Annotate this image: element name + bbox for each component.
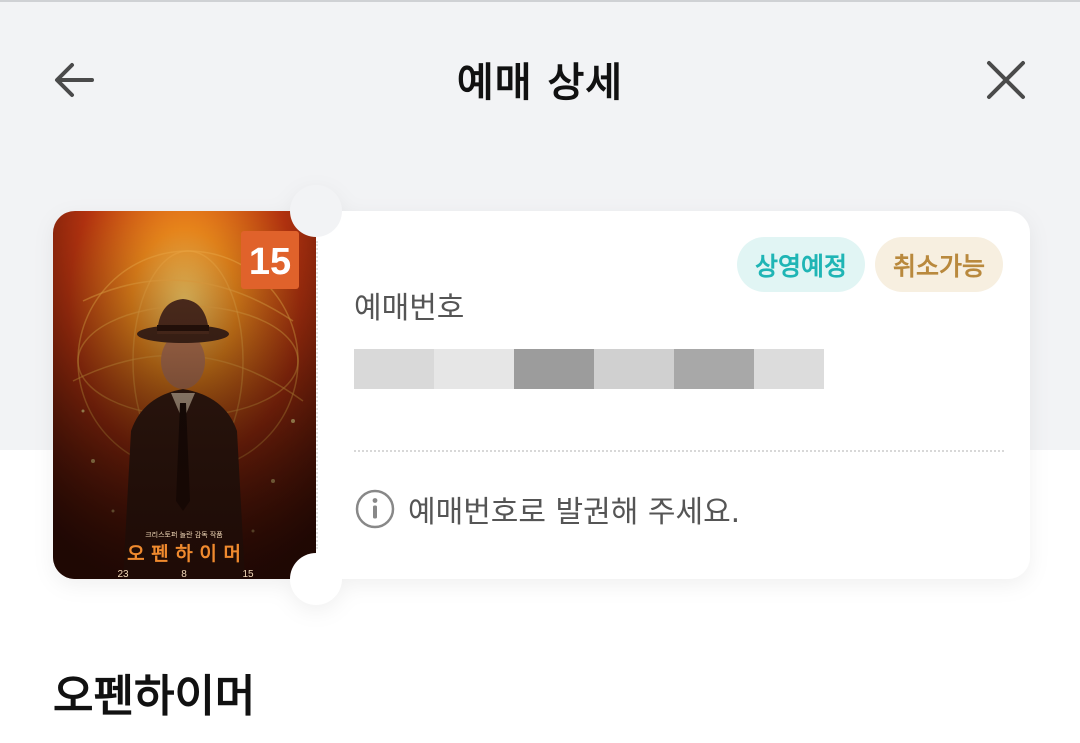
movie-poster: 15 크리스토퍼 놀란 감독 작품 오 펜 하 이 머 23 8 15 bbox=[53, 211, 316, 579]
divider bbox=[354, 450, 1004, 452]
poster-date-month: 8 bbox=[181, 569, 187, 579]
status-badge-scheduled: 상영예정 bbox=[736, 237, 865, 292]
close-icon bbox=[987, 61, 1025, 99]
rating-badge: 15 bbox=[249, 241, 291, 283]
info-icon bbox=[355, 489, 395, 529]
booking-number-redacted bbox=[354, 341, 834, 401]
app-header: 예매 상세 bbox=[0, 0, 1080, 158]
ticket-notch-bottom bbox=[290, 553, 342, 605]
poster-date-year: 23 bbox=[117, 569, 129, 579]
notice-text: 예매번호로 발권해 주세요. bbox=[408, 495, 741, 530]
movie-title: 오펜하이머 bbox=[53, 671, 256, 722]
pickup-notice: 예매번호로 발권해 주세요. bbox=[354, 487, 740, 531]
ticket-notch-top bbox=[290, 185, 342, 237]
ticket-details: 상영예정 취소가능 예매번호 예매번호로 발권해 주세요. bbox=[316, 211, 1030, 579]
status-badges: 상영예정 취소가능 bbox=[736, 237, 1003, 292]
poster-date-day: 15 bbox=[242, 569, 254, 579]
ticket-perforation bbox=[316, 241, 318, 549]
poster-credit: 크리스토퍼 놀란 감독 작품 bbox=[145, 530, 223, 539]
status-badge-cancelable: 취소가능 bbox=[874, 237, 1003, 292]
page-title: 예매 상세 bbox=[456, 60, 624, 106]
close-button[interactable] bbox=[978, 52, 1034, 108]
poster-title: 오 펜 하 이 머 bbox=[127, 543, 241, 565]
booking-number-label: 예매번호 bbox=[354, 291, 465, 326]
ticket-card[interactable]: 15 크리스토퍼 놀란 감독 작품 오 펜 하 이 머 23 8 15 상영예정… bbox=[53, 185, 1030, 605]
